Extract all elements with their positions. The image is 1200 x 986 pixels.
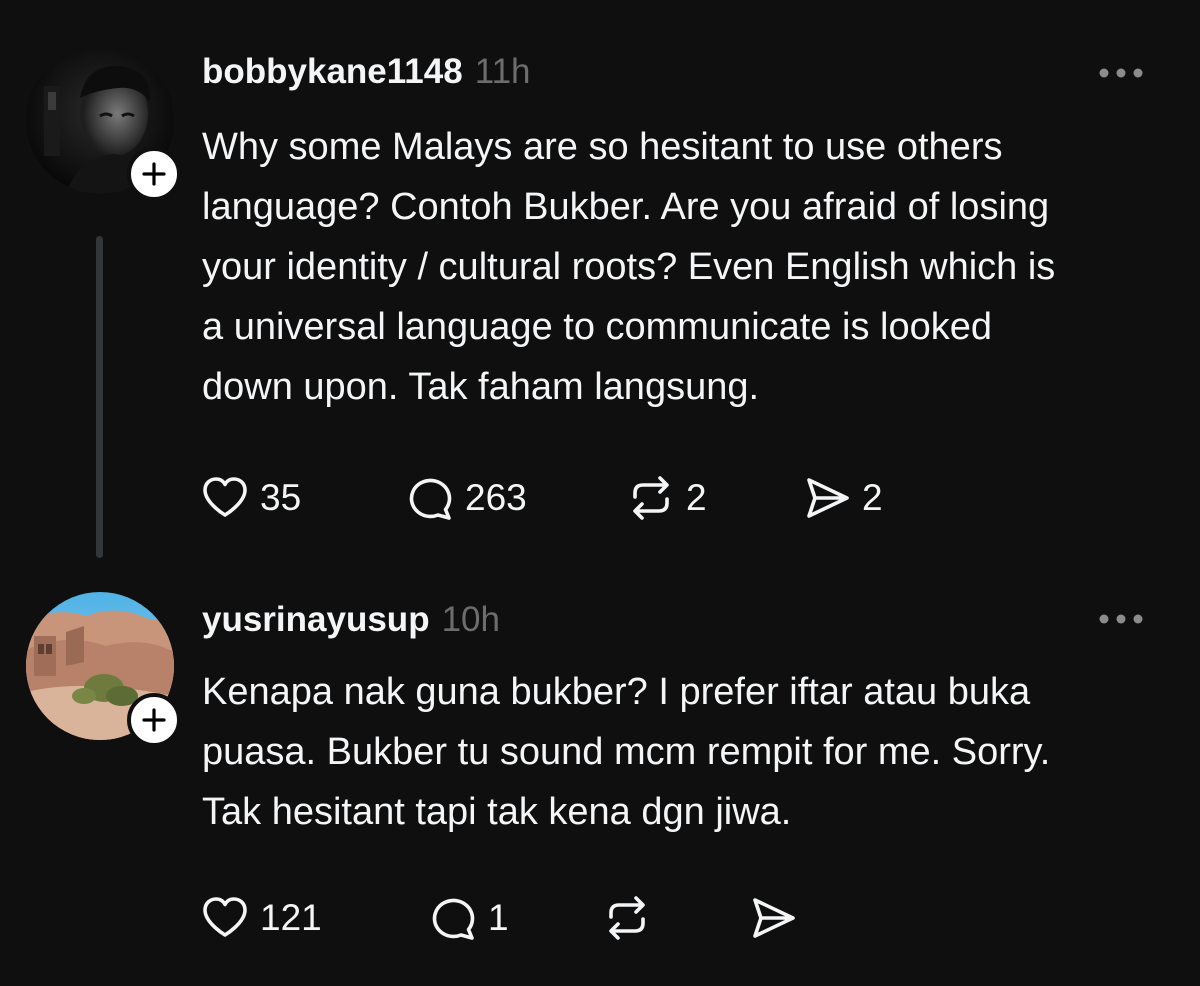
share-button[interactable] xyxy=(748,888,808,948)
share-button[interactable]: 2 xyxy=(802,468,883,528)
repost-icon xyxy=(609,896,645,940)
like-count: 35 xyxy=(260,477,302,518)
heart-icon xyxy=(203,897,247,937)
plus-icon xyxy=(142,708,166,732)
share-count: 2 xyxy=(862,477,883,518)
repost-button[interactable]: 2 xyxy=(626,468,707,528)
username[interactable]: yusrinayusup xyxy=(202,600,430,640)
post-timestamp: 10h xyxy=(441,600,500,639)
reply-button[interactable]: 263 xyxy=(405,468,527,528)
like-button[interactable]: 35 xyxy=(200,468,301,528)
reply-count: 1 xyxy=(488,897,509,938)
plus-icon xyxy=(142,162,166,186)
follow-button[interactable] xyxy=(127,147,181,201)
repost-button[interactable] xyxy=(602,888,662,948)
post-header: yusrinayusup 10h xyxy=(202,600,500,640)
reply-button[interactable]: 1 xyxy=(428,888,509,948)
more-horizontal-icon xyxy=(1099,614,1143,624)
reply-count: 263 xyxy=(465,477,527,518)
send-icon xyxy=(807,478,849,518)
reply-post: yusrinayusup 10h Kenapa nak guna bukber?… xyxy=(0,586,1200,986)
thread-connector-line xyxy=(96,236,103,558)
more-options-button[interactable] xyxy=(1094,58,1148,88)
post-text: Kenapa nak guna bukber? I prefer iftar a… xyxy=(202,671,1051,833)
more-options-button[interactable] xyxy=(1094,604,1148,634)
heart-icon xyxy=(203,477,247,517)
like-count: 121 xyxy=(260,897,322,938)
username[interactable]: bobbykane1148 xyxy=(202,52,463,92)
send-icon xyxy=(753,898,795,938)
repost-count: 2 xyxy=(686,477,707,518)
follow-button[interactable] xyxy=(127,693,181,747)
like-button[interactable]: 121 xyxy=(200,888,322,948)
post-text: Why some Malays are so hesitant to use o… xyxy=(202,126,1056,408)
more-horizontal-icon xyxy=(1099,68,1143,78)
repost-icon xyxy=(633,476,669,520)
post-header: bobbykane1148 11h xyxy=(202,52,531,92)
comment-icon xyxy=(409,478,452,520)
thread-post: bobbykane1148 11h Why some Malays are so… xyxy=(0,0,1200,586)
post-timestamp: 11h xyxy=(474,52,531,91)
comment-icon xyxy=(432,898,475,940)
